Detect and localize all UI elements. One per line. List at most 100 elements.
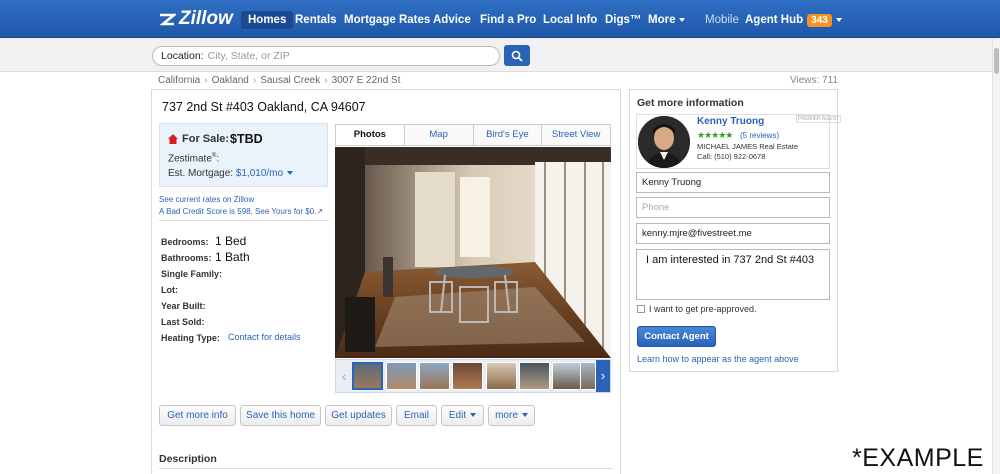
email-field[interactable]: kenny.mjre@fivestreet.me [636, 223, 830, 244]
star-rating-icon: ★★★★★ [697, 130, 733, 140]
external-link-icon: ↗ [316, 207, 324, 216]
heating-type-label: Heating Type: [161, 333, 220, 343]
house-icon [168, 134, 178, 144]
year-built-label: Year Built: [161, 301, 206, 311]
nav-advice[interactable]: Advice [426, 11, 478, 29]
edit-label: Edit [448, 410, 467, 421]
agent-avatar[interactable] [638, 116, 690, 168]
more-button[interactable]: more [488, 405, 535, 426]
agent-portrait-graphic [638, 116, 690, 168]
breadcrumb-address[interactable]: 3007 E 22nd St [332, 75, 401, 86]
premier-agent-badge: PREMIER AGENT [796, 115, 842, 123]
chevron-left-icon[interactable]: ‹ [338, 368, 350, 384]
thumbnail-strip: ‹ › [335, 359, 611, 393]
nav-agent-hub[interactable]: Agent Hub 343 [738, 11, 849, 29]
breadcrumb-neighborhood[interactable]: Sausal Creek [260, 75, 320, 86]
description-heading: Description [159, 453, 217, 465]
agent-name-link[interactable]: Kenny Truong [697, 116, 764, 127]
location-search-input[interactable]: Location: City, State, or ZIP [152, 46, 500, 66]
breadcrumb: California › Oakland › Sausal Creek › 3007 E 2… [158, 75, 401, 86]
main-listing-photo[interactable] [335, 147, 611, 358]
search-bar-area: Location: City, State, or ZIP [0, 38, 992, 72]
bedrooms-value: 1 Bed [215, 234, 247, 248]
search-placeholder: City, State, or ZIP [207, 50, 290, 62]
chevron-down-icon[interactable] [287, 171, 294, 176]
chevron-right-icon[interactable]: › [596, 360, 610, 392]
preapproved-checkbox[interactable] [637, 305, 645, 313]
listing-address: 737 2nd St #403 Oakland, CA 94607 [162, 100, 366, 114]
page-scrollbar[interactable] [992, 38, 1000, 474]
tab-photos[interactable]: Photos [336, 125, 404, 145]
logo-text: Zillow [179, 8, 233, 29]
agent-hub-badge: 343 [807, 14, 832, 27]
phone-field[interactable]: Phone [636, 197, 830, 218]
zillow-logo[interactable]: Zillow [158, 8, 233, 30]
bedrooms-label: Bedrooms: [161, 237, 209, 247]
contact-agent-button[interactable]: Contact Agent [637, 326, 716, 347]
last-sold-label: Last Sold: [161, 317, 205, 327]
name-field[interactable]: Kenny Truong [636, 172, 830, 193]
bathrooms-label: Bathrooms: [161, 253, 212, 263]
thumbnail-5[interactable] [486, 362, 517, 390]
scrollbar-thumb[interactable] [994, 48, 999, 74]
nav-more-label: More [648, 14, 676, 26]
interior-photo-graphic [335, 147, 611, 358]
thumbnail-4[interactable] [452, 362, 483, 390]
tab-map[interactable]: Map [403, 125, 473, 145]
description-divider [159, 468, 613, 469]
thumbnail-2[interactable] [386, 362, 417, 390]
nav-local-info[interactable]: Local Info [536, 11, 604, 29]
edit-button[interactable]: Edit [441, 405, 484, 426]
mortgage-value-link[interactable]: $1,010/mo [236, 168, 283, 179]
search-icon [511, 50, 523, 62]
view-count: Views: 711 [790, 75, 838, 86]
zillow-z-icon [159, 13, 176, 26]
tab-street-view[interactable]: Street View [541, 125, 610, 145]
sidebar-title: Get more information [637, 97, 744, 109]
nav-rentals[interactable]: Rentals [288, 11, 344, 29]
get-updates-button[interactable]: Get updates [325, 405, 392, 426]
chevron-down-icon [521, 413, 528, 418]
tab-birds-eye[interactable]: Bird's Eye [472, 125, 542, 145]
reviews-link[interactable]: (5 reviews) [740, 131, 779, 140]
credit-score-text: A Bad Credit Score is 598, See Yours for… [159, 207, 317, 216]
chevron-down-icon [835, 17, 842, 22]
contact-for-details-link[interactable]: Contact for details [228, 332, 301, 342]
preapproved-label: I want to get pre-approved. [649, 304, 757, 314]
thumbnail-8[interactable] [580, 362, 596, 390]
agency-name: MICHAEL JAMES Real Estate [697, 142, 799, 151]
breadcrumb-city[interactable]: Oakland [212, 75, 249, 86]
est-mortgage: Est. Mortgage: $1,010/mo [168, 168, 294, 179]
chevron-down-icon [679, 17, 686, 22]
breadcrumb-separator: › [324, 75, 328, 86]
email-button[interactable]: Email [396, 405, 437, 426]
thumbnail-7[interactable] [552, 362, 583, 390]
thumbnail-1[interactable] [352, 362, 383, 390]
zestimate-colon: : [216, 153, 220, 165]
thumbnail-3[interactable] [419, 362, 450, 390]
more-label: more [495, 410, 518, 421]
save-home-button[interactable]: Save this home [240, 405, 321, 426]
chevron-down-icon [470, 413, 477, 418]
agent-hub-label: Agent Hub [745, 14, 804, 26]
thumbnail-6[interactable] [519, 362, 550, 390]
get-more-info-button[interactable]: Get more info [159, 405, 236, 426]
breadcrumb-state[interactable]: California [158, 75, 200, 86]
message-textarea[interactable]: I am interested in 737 2nd St #403 [636, 249, 830, 300]
credit-score-link[interactable]: A Bad Credit Score is 598, See Yours for… [159, 207, 323, 216]
bathrooms-value: 1 Bath [215, 250, 250, 264]
breadcrumb-separator: › [252, 75, 257, 86]
listing-price: $TBD [230, 132, 263, 146]
nav-find-a-pro[interactable]: Find a Pro [473, 11, 543, 29]
search-button[interactable] [504, 45, 530, 66]
zestimate-label: Zestimate®: [168, 153, 219, 164]
learn-more-link[interactable]: Learn how to appear as the agent above [637, 354, 799, 364]
nav-homes[interactable]: Homes [241, 11, 294, 29]
nav-more[interactable]: More [641, 11, 692, 29]
current-rates-link[interactable]: See current rates on Zillow [159, 195, 254, 204]
example-watermark: *EXAMPLE [852, 444, 984, 472]
breadcrumb-separator: › [204, 75, 208, 86]
nav-mortgage-rates[interactable]: Mortgage Rates [337, 11, 437, 29]
top-nav-bar: Zillow Homes Rentals Mortgage Rates Advi… [0, 0, 1000, 38]
lot-label: Lot: [161, 285, 178, 295]
